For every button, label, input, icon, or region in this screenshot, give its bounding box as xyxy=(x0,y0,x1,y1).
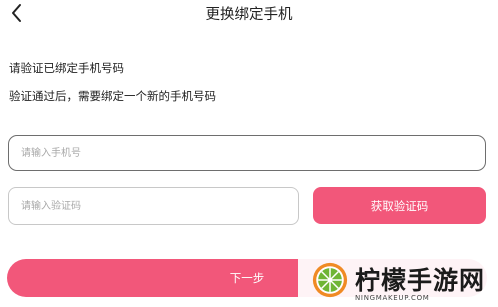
verify-instruction: 请验证已绑定手机号码 xyxy=(9,61,124,75)
header-bar: 更换绑定手机 xyxy=(0,0,498,30)
phone-number-input[interactable] xyxy=(8,135,486,171)
lemon-slice-icon xyxy=(312,262,348,298)
verify-description: 验证通过后，需要绑定一个新的手机号码 xyxy=(9,89,216,103)
watermark-domain: NINGMAKEUP.COM xyxy=(355,294,430,302)
get-verification-code-button[interactable]: 获取验证码 xyxy=(313,187,486,224)
watermark-brand-name: 柠檬手游网 xyxy=(355,266,486,295)
watermark: 柠檬手游网 NINGMAKEUP.COM xyxy=(298,253,498,307)
page-title: 更换绑定手机 xyxy=(205,7,293,23)
verification-code-input[interactable] xyxy=(8,187,299,225)
